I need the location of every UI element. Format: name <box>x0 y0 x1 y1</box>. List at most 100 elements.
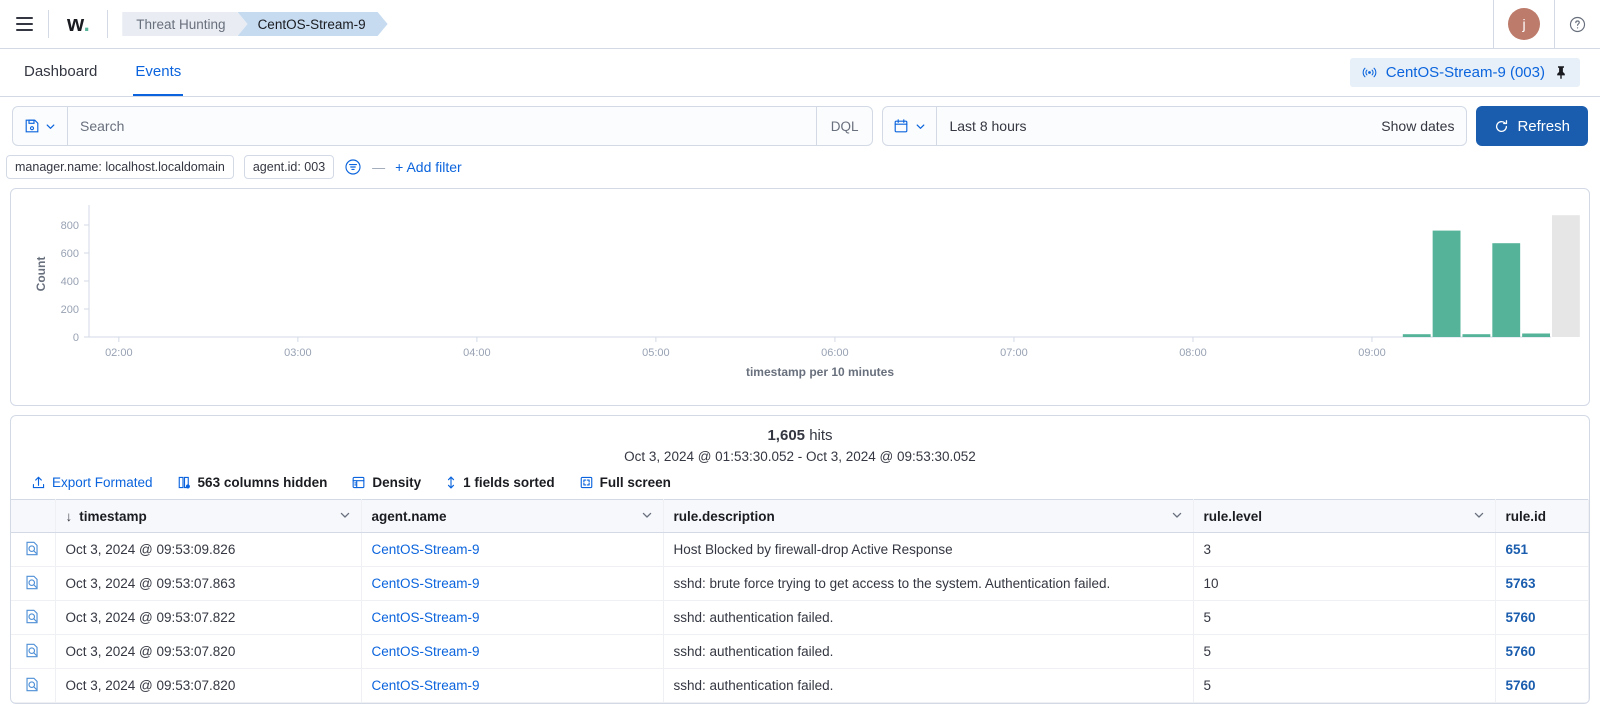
y-axis-title: Count <box>34 257 48 292</box>
full-screen-button[interactable]: Full screen <box>579 475 671 490</box>
breadcrumb-item-centos-stream-9[interactable]: CentOS-Stream-9 <box>238 12 388 36</box>
cell-rule-level: 5 <box>1193 600 1496 635</box>
inspect-document-icon[interactable] <box>24 540 41 557</box>
cell-agent-name[interactable]: CentOS-Stream-9 <box>361 532 664 567</box>
breadcrumb-item-threat-hunting[interactable]: Threat Hunting <box>122 12 247 36</box>
inspect-document-icon[interactable] <box>24 608 41 625</box>
filter-circle-icon[interactable] <box>344 158 362 176</box>
show-dates-button[interactable]: Show dates <box>1369 107 1466 145</box>
hits-count: 1,605 <box>767 427 806 444</box>
inspect-document-icon[interactable] <box>24 642 41 659</box>
chevron-down-icon[interactable] <box>641 509 653 524</box>
histogram-bar[interactable] <box>1432 230 1461 337</box>
table-row[interactable]: Oct 3, 2024 @ 09:53:07.863 CentOS-Stream-… <box>11 566 1589 601</box>
filter-pill-manager-name[interactable]: manager.name: localhost.localdomain <box>6 155 234 179</box>
row-expand-cell[interactable] <box>11 600 56 635</box>
search-input[interactable] <box>68 107 816 145</box>
chevron-down-icon[interactable] <box>339 509 351 524</box>
x-tick-label: 03:00 <box>284 347 312 359</box>
x-tick-label: 05:00 <box>642 347 670 359</box>
breadcrumb: Threat Hunting CentOS-Stream-9 <box>108 12 377 36</box>
export-icon <box>31 475 46 490</box>
cell-agent-name[interactable]: CentOS-Stream-9 <box>361 566 664 601</box>
cell-rule-id[interactable]: 5760 <box>1495 668 1589 703</box>
density-label: Density <box>372 475 422 490</box>
inspect-document-icon[interactable] <box>24 676 41 693</box>
logo-dot: . <box>83 11 90 36</box>
hamburger-icon[interactable] <box>0 0 48 48</box>
cell-rule-id[interactable]: 5760 <box>1495 600 1589 635</box>
avatar[interactable]: j <box>1508 8 1540 40</box>
hits-time-range: Oct 3, 2024 @ 01:53:30.052 - Oct 3, 2024… <box>624 449 976 464</box>
columns-hidden-button[interactable]: 563 columns hidden <box>177 475 327 490</box>
question-circle-icon[interactable] <box>1569 16 1586 33</box>
query-language-button[interactable]: DQL <box>815 107 873 145</box>
table-row[interactable]: Oct 3, 2024 @ 09:53:07.820 CentOS-Stream-… <box>11 634 1589 669</box>
date-quick-select-button[interactable] <box>883 107 938 145</box>
fullscreen-icon <box>579 475 594 490</box>
filter-bar: manager.name: localhost.localdomain agen… <box>0 146 1600 188</box>
column-header-expand <box>11 499 56 533</box>
add-filter-button[interactable]: + Add filter <box>395 159 462 175</box>
saved-queries-button[interactable] <box>13 107 68 145</box>
table-row[interactable]: Oct 3, 2024 @ 09:53:07.820 CentOS-Stream-… <box>11 668 1589 703</box>
cell-agent-name[interactable]: CentOS-Stream-9 <box>361 600 664 635</box>
cell-rule-level: 5 <box>1193 668 1496 703</box>
tab-events[interactable]: Events <box>133 49 184 96</box>
column-label-timestamp: timestamp <box>79 508 147 524</box>
x-tick-label: 02:00 <box>105 347 133 359</box>
cell-rule-id[interactable]: 5763 <box>1495 566 1589 601</box>
column-header-rule-description[interactable]: rule.description <box>663 499 1194 533</box>
x-tick-label: 04:00 <box>463 347 491 359</box>
table-row[interactable]: Oct 3, 2024 @ 09:53:09.826 CentOS-Stream-… <box>11 532 1589 567</box>
x-tick-label: 09:00 <box>1358 347 1386 359</box>
cell-rule-description: sshd: authentication failed. <box>663 668 1194 703</box>
chevron-down-icon[interactable] <box>1473 509 1485 524</box>
chevron-down-icon[interactable] <box>1171 509 1183 524</box>
y-tick-label: 0 <box>73 332 79 344</box>
y-tick-label: 400 <box>61 276 79 288</box>
histogram-bar[interactable] <box>1462 334 1491 337</box>
row-expand-cell[interactable] <box>11 566 56 601</box>
table-row[interactable]: Oct 3, 2024 @ 09:53:07.822 CentOS-Stream-… <box>11 600 1589 635</box>
histogram-bar[interactable] <box>1522 333 1550 338</box>
cell-rule-description: sshd: authentication failed. <box>663 634 1194 669</box>
query-bar: DQL <box>12 106 874 146</box>
cell-rule-id[interactable]: 651 <box>1495 532 1589 567</box>
cell-rule-description: sshd: brute force trying to get access t… <box>663 566 1194 601</box>
full-screen-label: Full screen <box>599 475 671 490</box>
x-axis-title: timestamp per 10 minutes <box>746 365 894 379</box>
column-header-agent-name[interactable]: agent.name <box>361 499 664 533</box>
export-formated-label: Export Formated <box>52 475 153 490</box>
histogram-bar[interactable] <box>1402 334 1431 337</box>
partial-bucket-bar[interactable] <box>1552 215 1580 337</box>
filter-pill-agent-id[interactable]: agent.id: 003 <box>243 155 335 179</box>
column-header-timestamp[interactable]: ↓ timestamp <box>55 499 362 533</box>
tab-dashboard[interactable]: Dashboard <box>22 49 99 96</box>
events-histogram-chart[interactable]: 0 200 400 600 800 Count 02:00 03:00 04:00 05:00 06… <box>11 189 1589 405</box>
events-table: ↓ timestamp agent.name rule.description … <box>11 499 1589 703</box>
hits-summary: 1,605 hits <box>11 416 1589 444</box>
row-expand-cell[interactable] <box>11 668 56 703</box>
cell-agent-name[interactable]: CentOS-Stream-9 <box>361 668 664 703</box>
column-label-rule-level: rule.level <box>1203 508 1263 524</box>
cell-rule-id[interactable]: 5760 <box>1495 634 1589 669</box>
app-logo[interactable]: w. <box>49 11 107 37</box>
cell-agent-name[interactable]: CentOS-Stream-9 <box>361 634 664 669</box>
pin-icon[interactable] <box>1554 65 1568 80</box>
agent-pin-badge[interactable]: CentOS-Stream-9 (003) <box>1349 58 1580 87</box>
inspect-document-icon[interactable] <box>24 574 41 591</box>
fields-sorted-button[interactable]: 1 fields sorted <box>445 475 555 490</box>
histogram-panel: 0 200 400 600 800 Count 02:00 03:00 04:00 05:00 06… <box>10 188 1590 406</box>
refresh-button[interactable]: Refresh <box>1476 106 1588 146</box>
column-header-rule-id[interactable]: rule.id <box>1495 499 1589 533</box>
export-formated-button[interactable]: Export Formated <box>31 475 153 490</box>
date-range-display[interactable]: Last 8 hours <box>937 107 1369 145</box>
row-expand-cell[interactable] <box>11 634 56 669</box>
density-button[interactable]: Density <box>351 475 421 490</box>
row-expand-cell[interactable] <box>11 532 56 567</box>
column-header-rule-level[interactable]: rule.level <box>1193 499 1496 533</box>
cell-timestamp: Oct 3, 2024 @ 09:53:07.820 <box>55 668 362 703</box>
search-bar-row: DQL Last 8 hours Show dates Refresh <box>0 97 1600 146</box>
histogram-bar[interactable] <box>1492 243 1521 337</box>
